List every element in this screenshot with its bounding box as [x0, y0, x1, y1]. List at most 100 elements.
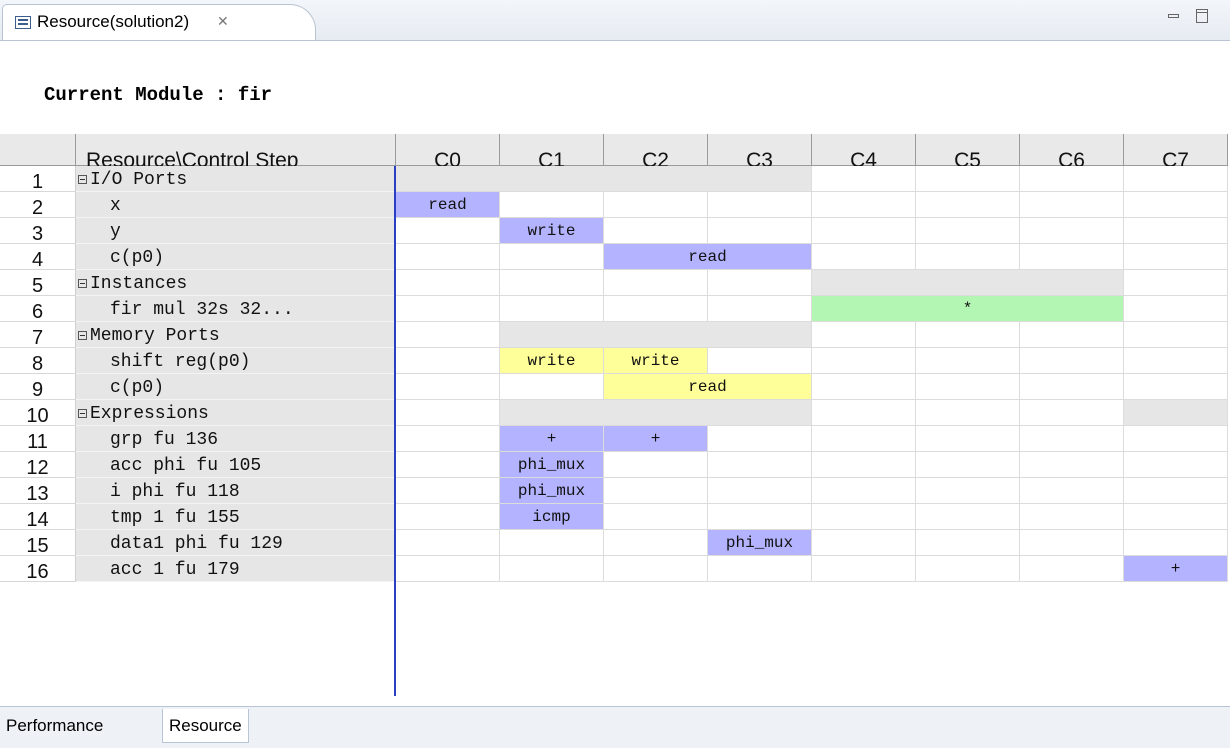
grid-cell[interactable] — [1020, 348, 1124, 374]
grid-cell[interactable] — [604, 296, 708, 322]
minimize-icon[interactable] — [1168, 14, 1181, 18]
operation-block[interactable]: write — [500, 218, 604, 243]
resource-row[interactable]: c(p0) — [76, 244, 394, 270]
step-header-c4[interactable]: C4 — [812, 134, 916, 172]
grid-cell[interactable] — [604, 504, 708, 530]
group-span-block[interactable] — [812, 270, 1124, 295]
grid-cell[interactable] — [1124, 296, 1228, 322]
group-span-block[interactable] — [500, 400, 812, 425]
grid-cell[interactable] — [500, 374, 604, 400]
grid-cell[interactable] — [812, 348, 916, 374]
grid-cell[interactable] — [1124, 478, 1228, 504]
grid-cell[interactable] — [1124, 244, 1228, 270]
grid-cell[interactable] — [396, 556, 500, 582]
resource-row[interactable]: c(p0) — [76, 374, 394, 400]
operation-block[interactable]: + — [604, 426, 708, 451]
resource-row[interactable]: fir mul 32s 32... — [76, 296, 394, 322]
grid-cell[interactable] — [812, 400, 916, 426]
grid-cell[interactable] — [1124, 530, 1228, 556]
operation-block[interactable]: * — [812, 296, 1124, 321]
grid-cell[interactable] — [396, 348, 500, 374]
grid-cell[interactable] — [812, 530, 916, 556]
grid-cell[interactable] — [812, 166, 916, 192]
grid-cell[interactable] — [916, 374, 1020, 400]
grid-cell[interactable] — [916, 504, 1020, 530]
grid-cell[interactable] — [1124, 452, 1228, 478]
grid-cell[interactable] — [604, 478, 708, 504]
resource-group-row[interactable]: Memory Ports — [76, 322, 394, 348]
resource-row[interactable]: tmp 1 fu 155 — [76, 504, 394, 530]
grid-cell[interactable] — [1020, 556, 1124, 582]
step-header-c0[interactable]: C0 — [396, 134, 500, 172]
grid-cell[interactable] — [396, 530, 500, 556]
grid-cell[interactable] — [396, 270, 500, 296]
grid-cell[interactable] — [1020, 400, 1124, 426]
grid-cell[interactable] — [396, 426, 500, 452]
grid-cell[interactable] — [708, 452, 812, 478]
group-span-block[interactable] — [1124, 400, 1228, 425]
grid-cell[interactable] — [916, 244, 1020, 270]
grid-cell[interactable] — [708, 556, 812, 582]
resource-row[interactable]: acc phi fu 105 — [76, 452, 394, 478]
view-tab-resource[interactable]: Resource(solution2) ✕ — [2, 4, 316, 40]
resource-row[interactable]: x — [76, 192, 394, 218]
grid-cell[interactable] — [1020, 426, 1124, 452]
resource-row[interactable]: grp fu 136 — [76, 426, 394, 452]
grid-cell[interactable] — [916, 400, 1020, 426]
tab-resource[interactable]: Resource — [162, 709, 249, 743]
grid-cell[interactable] — [1020, 530, 1124, 556]
grid-cell[interactable] — [1020, 192, 1124, 218]
operation-block[interactable]: + — [1124, 556, 1228, 581]
grid-cell[interactable] — [812, 504, 916, 530]
grid-cell[interactable] — [916, 192, 1020, 218]
grid-cell[interactable] — [1020, 322, 1124, 348]
grid-cell[interactable] — [396, 244, 500, 270]
grid-cell[interactable] — [500, 270, 604, 296]
grid-cell[interactable] — [1020, 244, 1124, 270]
grid-cell[interactable] — [708, 348, 812, 374]
grid-cell[interactable] — [1124, 192, 1228, 218]
grid-cell[interactable] — [604, 270, 708, 296]
step-header-c3[interactable]: C3 — [708, 134, 812, 172]
grid-cell[interactable] — [500, 192, 604, 218]
resource-column-header[interactable]: Resource\Control Step — [76, 134, 396, 172]
grid-cell[interactable] — [396, 296, 500, 322]
grid-cell[interactable] — [916, 348, 1020, 374]
grid-cell[interactable] — [812, 452, 916, 478]
grid-cell[interactable] — [500, 244, 604, 270]
group-span-block[interactable] — [500, 322, 812, 347]
operation-block[interactable]: read — [396, 192, 500, 217]
grid-cell[interactable] — [812, 218, 916, 244]
group-span-block[interactable] — [396, 166, 812, 191]
grid-cell[interactable] — [1020, 452, 1124, 478]
close-icon[interactable]: ✕ — [217, 13, 229, 30]
grid-cell[interactable] — [1020, 374, 1124, 400]
collapse-icon[interactable] — [78, 409, 87, 418]
step-header-c5[interactable]: C5 — [916, 134, 1020, 172]
grid-cell[interactable] — [500, 530, 604, 556]
grid-cell[interactable] — [396, 504, 500, 530]
operation-block[interactable]: phi_mux — [708, 530, 812, 555]
grid-cell[interactable] — [1124, 218, 1228, 244]
grid-cell[interactable] — [812, 556, 916, 582]
grid-cell[interactable] — [916, 166, 1020, 192]
grid-cell[interactable] — [708, 296, 812, 322]
grid-cell[interactable] — [604, 192, 708, 218]
step-header-c2[interactable]: C2 — [604, 134, 708, 172]
grid-cell[interactable] — [396, 478, 500, 504]
operation-block[interactable]: write — [500, 348, 604, 373]
resource-row[interactable]: i phi fu 118 — [76, 478, 394, 504]
grid-cell[interactable] — [812, 374, 916, 400]
resource-group-row[interactable]: Instances — [76, 270, 394, 296]
grid-cell[interactable] — [916, 218, 1020, 244]
grid-cell[interactable] — [500, 556, 604, 582]
grid-cell[interactable] — [812, 244, 916, 270]
operation-block[interactable]: phi_mux — [500, 478, 604, 503]
grid-cell[interactable] — [1124, 374, 1228, 400]
grid-cell[interactable] — [812, 322, 916, 348]
grid-cell[interactable] — [916, 452, 1020, 478]
collapse-icon[interactable] — [78, 331, 87, 340]
operation-block[interactable]: read — [604, 244, 812, 269]
grid-cell[interactable] — [916, 530, 1020, 556]
collapse-icon[interactable] — [78, 279, 87, 288]
